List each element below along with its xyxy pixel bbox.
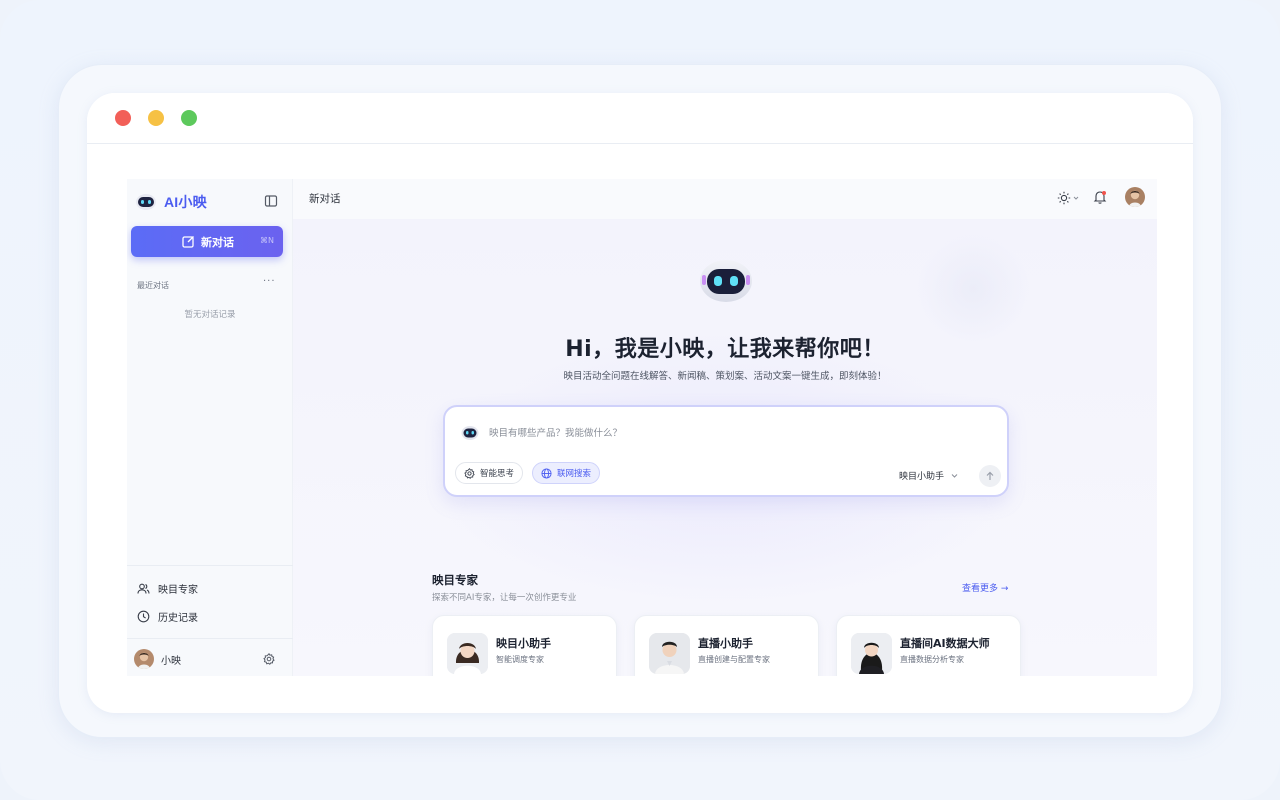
- theme-toggle-button[interactable]: [1057, 189, 1079, 207]
- user-name: 小映: [161, 655, 181, 667]
- maximize-window-button[interactable]: [181, 110, 197, 126]
- avatar[interactable]: [1125, 187, 1145, 207]
- sidebar-divider: [127, 638, 293, 639]
- chat-input-box: 智能思考 联网搜索 映目小助手: [443, 405, 1009, 497]
- deep-think-toggle[interactable]: 智能思考: [455, 462, 524, 484]
- empty-chats-text: 暂无对话记录: [184, 310, 236, 320]
- sun-icon: [1057, 191, 1071, 205]
- hero-subtitle: 映目活动全问题在线解答、新闻稿、策划案、活动文案一键生成，即刻体验！: [563, 371, 887, 382]
- users-icon: [137, 583, 150, 594]
- expert-description: 直播数据分析专家: [900, 655, 964, 664]
- expert-avatar: [851, 633, 892, 674]
- app-logo-text: AI小映: [164, 194, 207, 210]
- recent-chats-title: 最近对话: [137, 281, 169, 290]
- sidebar-divider: [127, 565, 293, 566]
- expert-card[interactable]: 映目小助手 智能调度专家: [432, 615, 617, 676]
- expert-avatar: [447, 633, 488, 674]
- window-titlebar: [87, 93, 1193, 144]
- browser-window: AI小映 新对话 ⌘N 最近对话 ··· 暂无对话记录 映目专家 历史记录 小映…: [87, 93, 1193, 713]
- expert-card[interactable]: 直播间AI数据大师 直播数据分析专家: [836, 615, 1021, 676]
- settings-gear-icon[interactable]: [263, 653, 275, 665]
- user-profile[interactable]: 小映: [134, 649, 181, 669]
- sidebar-item-label: 映目专家: [158, 584, 198, 596]
- expert-avatar: [649, 633, 690, 674]
- page-title: 新对话: [309, 193, 341, 205]
- edit-icon: [182, 236, 194, 248]
- hero-title: Hi，我是小映，让我来帮你吧！: [565, 337, 885, 362]
- sidebar-item-history[interactable]: 历史记录: [137, 607, 198, 625]
- expert-name: 直播小助手: [698, 637, 753, 650]
- expert-card[interactable]: 直播小助手 直播创建与配置专家: [634, 615, 819, 676]
- expert-description: 直播创建与配置专家: [698, 655, 770, 664]
- chevron-down-icon: [951, 474, 958, 478]
- new-chat-label: 新对话: [201, 236, 234, 249]
- sidebar-item-label: 历史记录: [158, 612, 198, 624]
- send-button[interactable]: [979, 465, 1001, 487]
- robot-logo-icon: [136, 194, 156, 210]
- main-panel: 新对话 Hi，我是小映，让我来帮你吧！ 映目活动全问题在线解答、新闻稿、策划案、…: [293, 179, 1157, 676]
- expert-name: 映目小助手: [496, 637, 551, 650]
- new-chat-button[interactable]: 新对话 ⌘N: [131, 226, 283, 257]
- expert-name: 直播间AI数据大师: [900, 637, 990, 650]
- web-search-toggle[interactable]: 联网搜索: [532, 462, 601, 484]
- chip-label: 智能思考: [480, 469, 515, 479]
- notification-dot: [1102, 191, 1106, 195]
- recent-more-button[interactable]: ···: [263, 276, 276, 287]
- top-bar: 新对话: [293, 179, 1157, 219]
- app-container: AI小映 新对话 ⌘N 最近对话 ··· 暂无对话记录 映目专家 历史记录 小映…: [127, 179, 1157, 676]
- avatar: [134, 649, 154, 669]
- notifications-button[interactable]: [1093, 189, 1109, 207]
- see-more-link[interactable]: 查看更多 →: [962, 581, 1008, 594]
- robot-mascot-icon: [700, 260, 752, 302]
- sidebar-collapse-icon[interactable]: [264, 194, 278, 208]
- arrow-up-icon: [986, 471, 994, 480]
- gear-icon: [464, 467, 475, 479]
- expert-description: 智能调度专家: [496, 655, 544, 664]
- model-select-value: 映目小助手: [899, 472, 945, 482]
- minimize-window-button[interactable]: [148, 110, 164, 126]
- robot-small-icon: [461, 426, 479, 440]
- new-chat-shortcut: ⌘N: [260, 236, 274, 245]
- chip-label: 联网搜索: [557, 469, 592, 479]
- chevron-down-icon: [1073, 196, 1079, 200]
- experts-section-title: 映目专家: [432, 573, 478, 587]
- globe-icon: [541, 467, 552, 479]
- sidebar: AI小映 新对话 ⌘N 最近对话 ··· 暂无对话记录 映目专家 历史记录 小映: [127, 179, 293, 676]
- model-select[interactable]: 映目小助手: [899, 469, 959, 482]
- close-window-button[interactable]: [115, 110, 131, 126]
- app-logo: AI小映: [135, 191, 207, 213]
- experts-section-subtitle: 探索不同AI专家，让每一次创作更专业: [432, 593, 577, 603]
- clock-icon: [137, 610, 150, 622]
- chat-input[interactable]: [489, 424, 969, 442]
- sidebar-item-experts[interactable]: 映目专家: [137, 579, 198, 597]
